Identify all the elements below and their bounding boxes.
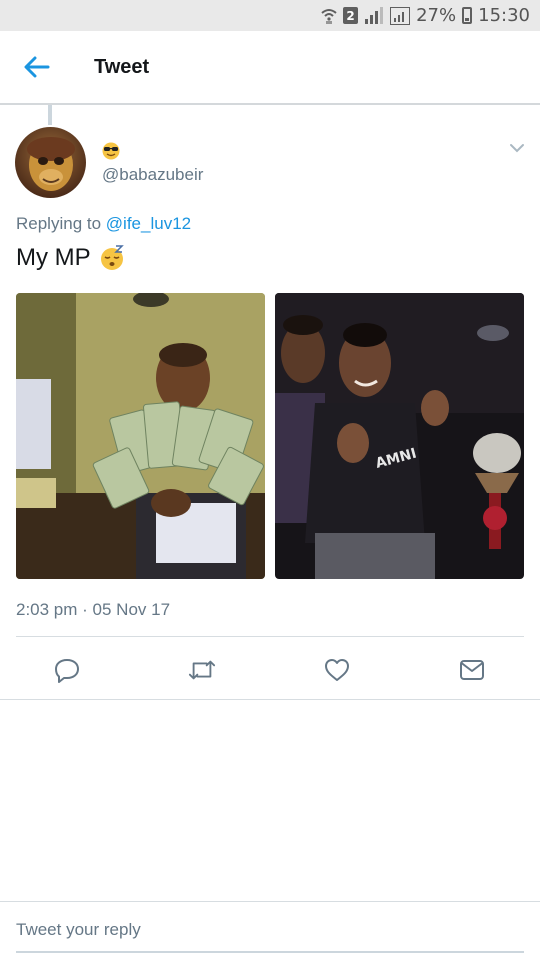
app-bar: Tweet xyxy=(0,31,540,105)
replying-prefix: Replying to xyxy=(16,214,102,233)
photo-man-with-cash[interactable] xyxy=(16,293,265,579)
sim-icon: 2 xyxy=(343,7,359,24)
like-icon[interactable] xyxy=(323,656,351,684)
tweet-actions xyxy=(0,640,540,698)
reply-input-underline xyxy=(16,951,524,953)
tweet-text: My MP xyxy=(16,244,125,272)
clock: 15:30 xyxy=(478,5,530,26)
wifi-icon xyxy=(321,7,337,25)
thread-connector xyxy=(48,105,52,125)
reply-icon[interactable] xyxy=(53,656,81,684)
avatar[interactable] xyxy=(15,127,86,198)
chevron-down-icon[interactable] xyxy=(507,138,527,158)
direct-message-icon[interactable] xyxy=(458,656,486,684)
page-title: Tweet xyxy=(94,55,150,78)
display-name-emoji xyxy=(102,142,120,165)
battery-percent: 27% xyxy=(416,5,457,26)
arrow-left-icon xyxy=(24,56,50,78)
reply-input[interactable]: Tweet your reply xyxy=(16,920,141,940)
user-handle[interactable]: @babazubeir xyxy=(102,165,203,185)
divider xyxy=(16,636,524,637)
replying-to-mention[interactable]: @ife_luv12 xyxy=(106,214,191,233)
tweet-timestamp: 2:03 pm · 05 Nov 17 xyxy=(16,600,171,619)
composer-divider xyxy=(0,901,540,902)
section-divider xyxy=(0,699,540,700)
sleeping-face-emoji xyxy=(100,245,124,270)
signal-icon-2 xyxy=(390,6,411,25)
back-button[interactable] xyxy=(0,30,74,104)
signal-icon xyxy=(364,7,384,25)
replying-to: Replying to @ife_luv12 xyxy=(16,214,191,234)
retweet-icon[interactable] xyxy=(188,656,216,684)
tweet-body: My MP xyxy=(16,244,91,271)
photo-couple-at-lounge[interactable]: AMNI xyxy=(275,293,524,579)
status-bar: 2 27% 15:30 xyxy=(0,0,540,31)
battery-icon xyxy=(462,7,473,24)
